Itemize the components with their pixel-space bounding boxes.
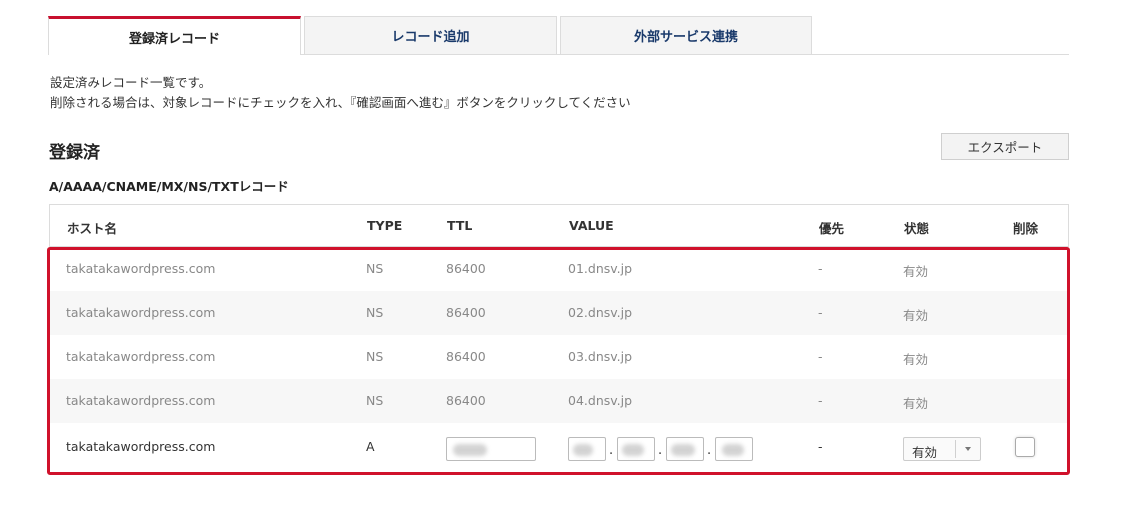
tab-add-record[interactable]: レコード追加 xyxy=(304,16,557,54)
cell-ttl: 86400 xyxy=(446,393,486,408)
export-button[interactable]: エクスポート xyxy=(941,133,1069,160)
table-row: takatakawordpress.com NS 86400 04.dnsv.j… xyxy=(49,379,1069,423)
ip-octet-3-input[interactable] xyxy=(666,437,704,461)
redacted-value xyxy=(671,444,695,456)
cell-value: 04.dnsv.jp xyxy=(568,393,633,408)
redacted-value xyxy=(622,444,644,456)
redacted-value xyxy=(722,444,744,456)
status-select[interactable]: 有効 xyxy=(903,437,981,461)
status-select-value: 有効 xyxy=(912,445,938,460)
cell-priority: - xyxy=(818,393,823,408)
cell-ttl: 86400 xyxy=(446,261,486,276)
section-title: 登録済 xyxy=(49,143,100,163)
cell-host: takatakawordpress.com xyxy=(66,349,216,364)
table-row: takatakawordpress.com NS 86400 01.dnsv.j… xyxy=(49,247,1069,291)
cell-value: 02.dnsv.jp xyxy=(568,305,633,320)
cell-ttl: 86400 xyxy=(446,305,486,320)
records-table: ホスト名 TYPE TTL VALUE 優先 状態 削除 takatakawor… xyxy=(49,204,1069,473)
header-type: TYPE xyxy=(367,218,403,233)
redacted-value xyxy=(573,444,593,456)
cell-type: A xyxy=(366,439,375,454)
tab-external-service[interactable]: 外部サービス連携 xyxy=(560,16,812,54)
cell-status: 有効 xyxy=(903,396,929,411)
cell-status: 有効 xyxy=(903,308,929,323)
cell-value: 03.dnsv.jp xyxy=(568,349,633,364)
select-divider xyxy=(955,440,956,458)
cell-priority: - xyxy=(818,261,823,276)
record-types-subtitle: A/AAAA/CNAME/MX/NS/TXTレコード xyxy=(49,179,289,194)
cell-type: NS xyxy=(366,393,384,408)
ip-separator: . xyxy=(707,443,712,458)
tab-registered-records[interactable]: 登録済レコード xyxy=(48,16,301,55)
header-delete: 削除 xyxy=(1013,221,1039,236)
redacted-value xyxy=(453,444,487,456)
header-host: ホスト名 xyxy=(67,221,118,236)
cell-priority: - xyxy=(818,305,823,320)
table-row: takatakawordpress.com NS 86400 03.dnsv.j… xyxy=(49,335,1069,379)
cell-status: 有効 xyxy=(903,352,929,367)
cell-host: takatakawordpress.com xyxy=(66,439,216,454)
chevron-down-icon xyxy=(965,447,971,451)
ip-separator: . xyxy=(609,443,614,458)
cell-status: 有効 xyxy=(903,264,929,279)
ip-octet-1-input[interactable] xyxy=(568,437,606,461)
delete-checkbox[interactable] xyxy=(1015,437,1035,457)
intro-text: 設定済みレコード一覧です。 削除される場合は、対象レコードにチェックを入れ、『確… xyxy=(50,73,631,113)
ip-octet-2-input[interactable] xyxy=(617,437,655,461)
cell-host: takatakawordpress.com xyxy=(66,305,216,320)
ip-separator: . xyxy=(658,443,663,458)
table-header: ホスト名 TYPE TTL VALUE 優先 状態 削除 xyxy=(49,204,1069,247)
ip-octet-4-input[interactable] xyxy=(715,437,753,461)
intro-line-2: 削除される場合は、対象レコードにチェックを入れ、『確認画面へ進む』ボタンをクリッ… xyxy=(50,95,631,110)
cell-host: takatakawordpress.com xyxy=(66,393,216,408)
record-tabs: 登録済レコード レコード追加 外部サービス連携 xyxy=(48,16,1069,55)
table-row: takatakawordpress.com NS 86400 02.dnsv.j… xyxy=(49,291,1069,335)
cell-value: 01.dnsv.jp xyxy=(568,261,633,276)
cell-host: takatakawordpress.com xyxy=(66,261,216,276)
cell-type: NS xyxy=(366,349,384,364)
cell-type: NS xyxy=(366,261,384,276)
cell-type: NS xyxy=(366,305,384,320)
cell-priority: - xyxy=(818,349,823,364)
header-priority: 優先 xyxy=(819,221,845,236)
header-ttl: TTL xyxy=(447,218,473,233)
intro-line-1: 設定済みレコード一覧です。 xyxy=(50,75,212,90)
header-status: 状態 xyxy=(904,221,930,236)
cell-priority: - xyxy=(818,439,823,454)
ttl-input[interactable] xyxy=(446,437,536,461)
cell-ttl: 86400 xyxy=(446,349,486,364)
header-value: VALUE xyxy=(569,218,614,233)
